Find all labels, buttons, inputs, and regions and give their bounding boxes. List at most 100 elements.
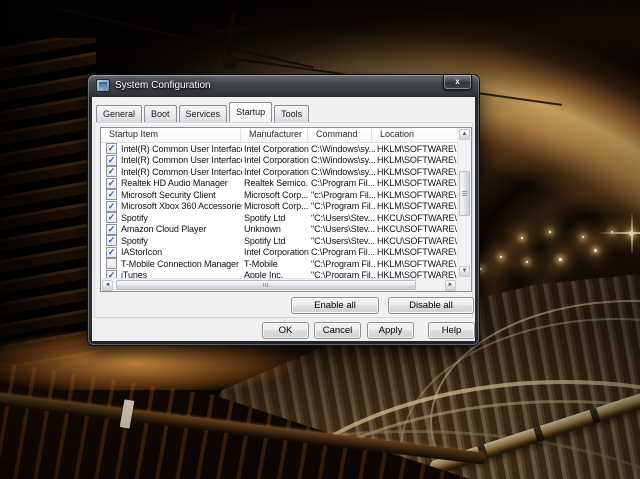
msconfig-icon [96,79,110,92]
light-flare [598,232,640,234]
titlebar[interactable]: System Configuration x [88,75,479,97]
cell-command: "C:\Users\Stev... [309,236,375,246]
cell-location: HKCU\SOFTWARE\... [375,224,457,234]
up-arrow-icon: ▲ [462,131,468,137]
tunnel-light [582,236,584,238]
table-row[interactable]: ✓Microsoft Xbox 360 AccessoriesMicrosoft… [101,201,457,213]
cell-manufacturer: Intel Corporation [242,155,309,165]
column-header-location[interactable]: Location [372,128,457,142]
cell-command: C:\Program Fil... [309,178,375,188]
cell-manufacturer: Spotify Ltd [242,213,309,223]
cell-command: "C:\Users\Stev... [309,213,375,223]
checkbox-checked[interactable]: ✓ [106,143,117,154]
column-header-command[interactable]: Command [308,128,372,142]
tab-startup[interactable]: Startup [229,102,272,122]
table-row[interactable]: ✓ Realtek HD Audio ManagerRealtek Semico.… [101,178,457,190]
cell-item: Realtek HD Audio Manager [121,178,242,188]
list-header: Startup Item Manufacturer Command Locati… [101,128,457,143]
cell-item: Intel(R) Common User Interface [121,155,242,165]
tunnel-light [594,249,597,252]
window-title: System Configuration [115,80,211,91]
scroll-up-button[interactable]: ▲ [459,129,470,140]
close-button[interactable]: x [443,75,472,90]
tab-services[interactable]: Services [179,105,228,122]
cell-manufacturer: Realtek Semico... [242,178,309,188]
checkbox-checked[interactable]: ✓ [106,166,117,177]
table-row[interactable]: ✓Intel(R) Common User InterfaceIntel Cor… [101,143,457,155]
cell-location: HKLM\SOFTWARE\M... [375,155,457,165]
vertical-scrollbar[interactable]: ▲ ▼ [457,128,471,278]
checkbox-checked[interactable]: ✓ [106,212,117,223]
column-header-manufacturer[interactable]: Manufacturer [241,128,308,142]
cell-command: "C:\Program Fil... [309,259,375,269]
tab-general[interactable]: General [96,105,142,122]
hanging-lamp [222,56,238,69]
dialog-client-area: GeneralBootServicesStartupTools Startup … [92,97,475,341]
cell-command: "C:\Program Fil... [309,201,375,211]
cancel-button[interactable]: Cancel [314,322,361,339]
startup-tab-page: Startup Item Manufacturer Command Locati… [94,122,473,318]
tunnel-light [526,261,528,263]
table-row[interactable]: ✓Microsoft Security ClientMicrosoft Corp… [101,189,457,201]
list-body: ✓Intel(R) Common User InterfaceIntel Cor… [101,143,457,278]
tunnel-light [521,237,523,239]
cell-item: Spotify [121,213,242,223]
tab-tools[interactable]: Tools [274,105,309,122]
left-arrow-icon: ◄ [105,282,111,288]
scroll-down-button[interactable]: ▼ [459,266,470,277]
startup-items-list: Startup Item Manufacturer Command Locati… [100,127,472,292]
cell-manufacturer: Apple Inc. [242,270,309,278]
horizontal-scrollbar[interactable]: ◄ ► [101,278,457,291]
column-header-startup-item[interactable]: Startup Item [101,128,241,142]
desktop: System Configuration x GeneralBootServic… [0,0,640,479]
table-row[interactable]: ✓iTunesApple Inc."C:\Program Fil...HKLM\… [101,270,457,279]
tunnel-light [559,258,562,261]
cell-location: HKLM\SOFTWARE\M... [375,167,457,177]
checkbox-checked[interactable]: ✓ [106,224,117,235]
horizontal-scroll-thumb[interactable] [116,280,416,290]
tab-strip: GeneralBootServicesStartupTools [96,102,311,122]
cell-location: HKLM\SOFTWARE\... [375,270,457,278]
table-row[interactable]: T-Mobile Connection ManagerT-Mobile"C:\P… [101,258,457,270]
table-row[interactable]: ✓ SpotifySpotify Ltd"C:\Users\Stev...HKCU… [101,212,457,224]
help-button[interactable]: Help [428,322,475,339]
table-row[interactable]: ✓IAStorIconIntel CorporationC:\Program F… [101,247,457,259]
table-row[interactable]: ✓Intel(R) Common User InterfaceIntel Cor… [101,166,457,178]
cell-manufacturer: Microsoft Corp... [242,201,309,211]
cell-manufacturer: Unknown [242,224,309,234]
cell-item: IAStorIcon [121,247,242,257]
checkbox-checked[interactable]: ✓ [106,235,117,246]
cell-command: C:\Windows\sy... [309,144,375,154]
table-row[interactable]: ✓ Intel(R) Common User InterfaceIntel Cor… [101,155,457,167]
tab-boot[interactable]: Boot [144,105,177,122]
cell-manufacturer: Intel Corporation [242,247,309,257]
cell-item: Intel(R) Common User Interface [121,167,242,177]
scroll-left-button[interactable]: ◄ [102,280,113,291]
cell-item: Intel(R) Common User Interface [121,144,242,154]
cell-command: "C:\Users\Stev... [309,224,375,234]
cell-item: Microsoft Security Client [121,190,242,200]
cell-command: C:\Windows\sy... [309,167,375,177]
cell-item: T-Mobile Connection Manager [121,259,242,269]
checkbox-checked[interactable]: ✓ [106,201,117,212]
cell-command: C:\Windows\sy... [309,155,375,165]
apply-button[interactable]: Apply [367,322,414,339]
vertical-scroll-thumb[interactable] [459,171,470,216]
checkbox-unchecked[interactable] [106,258,117,269]
cell-manufacturer: T-Mobile [242,259,309,269]
checkbox-checked[interactable]: ✓ [106,189,117,200]
cell-location: HKCU\SOFTWARE\... [375,236,457,246]
disable-all-button[interactable]: Disable all [388,297,474,314]
checkbox-checked[interactable]: ✓ [106,155,117,166]
system-configuration-window: System Configuration x GeneralBootServic… [88,75,479,345]
cell-location: HKCU\SOFTWARE\... [375,213,457,223]
ok-button[interactable]: OK [262,322,309,339]
table-row[interactable]: ✓Amazon Cloud PlayerUnknown"C:\Users\Ste… [101,224,457,236]
table-row[interactable]: ✓SpotifySpotify Ltd"C:\Users\Stev...HKCU… [101,235,457,247]
checkbox-checked[interactable]: ✓ [106,178,117,189]
enable-all-button[interactable]: Enable all [291,297,379,314]
checkbox-checked[interactable]: ✓ [106,270,117,278]
checkbox-checked[interactable]: ✓ [106,247,117,258]
scroll-right-button[interactable]: ► [445,280,456,291]
cell-location: HKLM\SOFTWARE\... [375,259,457,269]
